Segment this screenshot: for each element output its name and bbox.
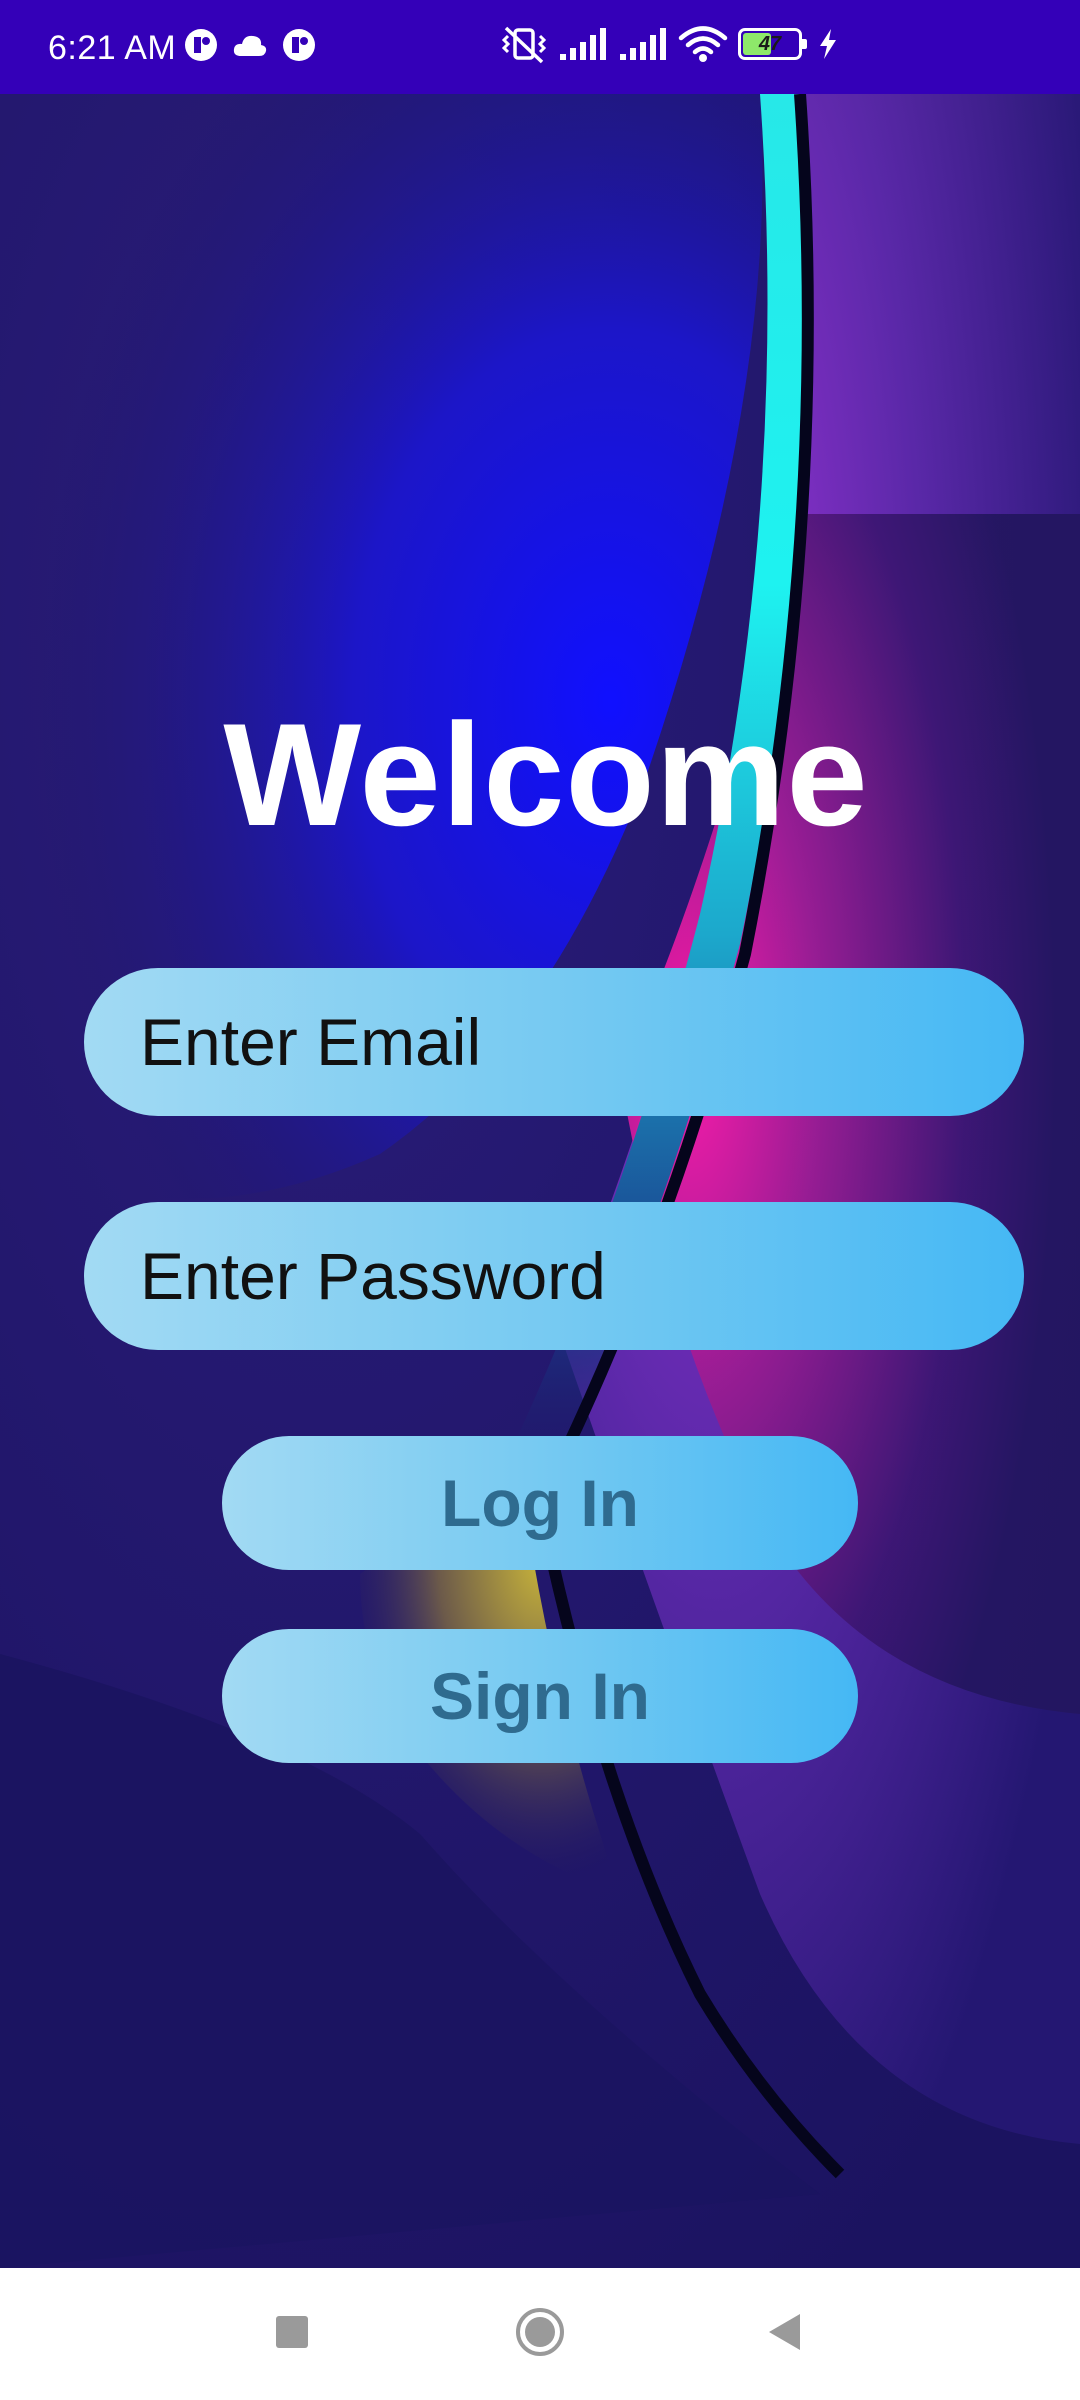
password-field[interactable] xyxy=(84,1202,1024,1350)
home-icon xyxy=(514,2306,566,2363)
signal-bars-icon xyxy=(618,26,668,62)
login-button-label: Log In xyxy=(441,1466,639,1540)
battery-level: 47 xyxy=(758,33,782,55)
back-icon xyxy=(766,2312,804,2357)
back-button[interactable] xyxy=(715,2268,855,2400)
vibrate-muted-icon xyxy=(500,24,548,64)
page-title: Welcome xyxy=(223,693,869,856)
login-button[interactable]: Log In xyxy=(222,1436,858,1570)
cloud-icon xyxy=(232,32,268,58)
notification-app-icon xyxy=(282,28,316,62)
home-button[interactable] xyxy=(470,2268,610,2400)
wifi-icon xyxy=(678,25,728,63)
recent-apps-icon xyxy=(274,2314,310,2355)
charging-bolt-icon xyxy=(818,28,838,60)
battery-icon: 47 xyxy=(738,28,807,60)
signin-button[interactable]: Sign In xyxy=(222,1629,858,1763)
status-bar: 6:21 AM 47 xyxy=(0,0,1080,94)
login-form: Welcome Log In Sign In xyxy=(0,0,1080,2268)
notification-app-icon xyxy=(184,28,218,62)
email-field[interactable] xyxy=(84,968,1024,1116)
navigation-bar xyxy=(0,2268,1080,2400)
signal-bars-icon xyxy=(558,26,608,62)
status-right-icons: 47 xyxy=(500,24,838,64)
login-screen: 6:21 AM 47 Welcome Enter Email Log In Si… xyxy=(0,0,1080,2400)
recent-apps-button[interactable] xyxy=(222,2268,362,2400)
status-left-icons xyxy=(184,28,316,62)
status-time: 6:21 AM xyxy=(48,29,177,67)
signin-button-label: Sign In xyxy=(430,1659,650,1733)
